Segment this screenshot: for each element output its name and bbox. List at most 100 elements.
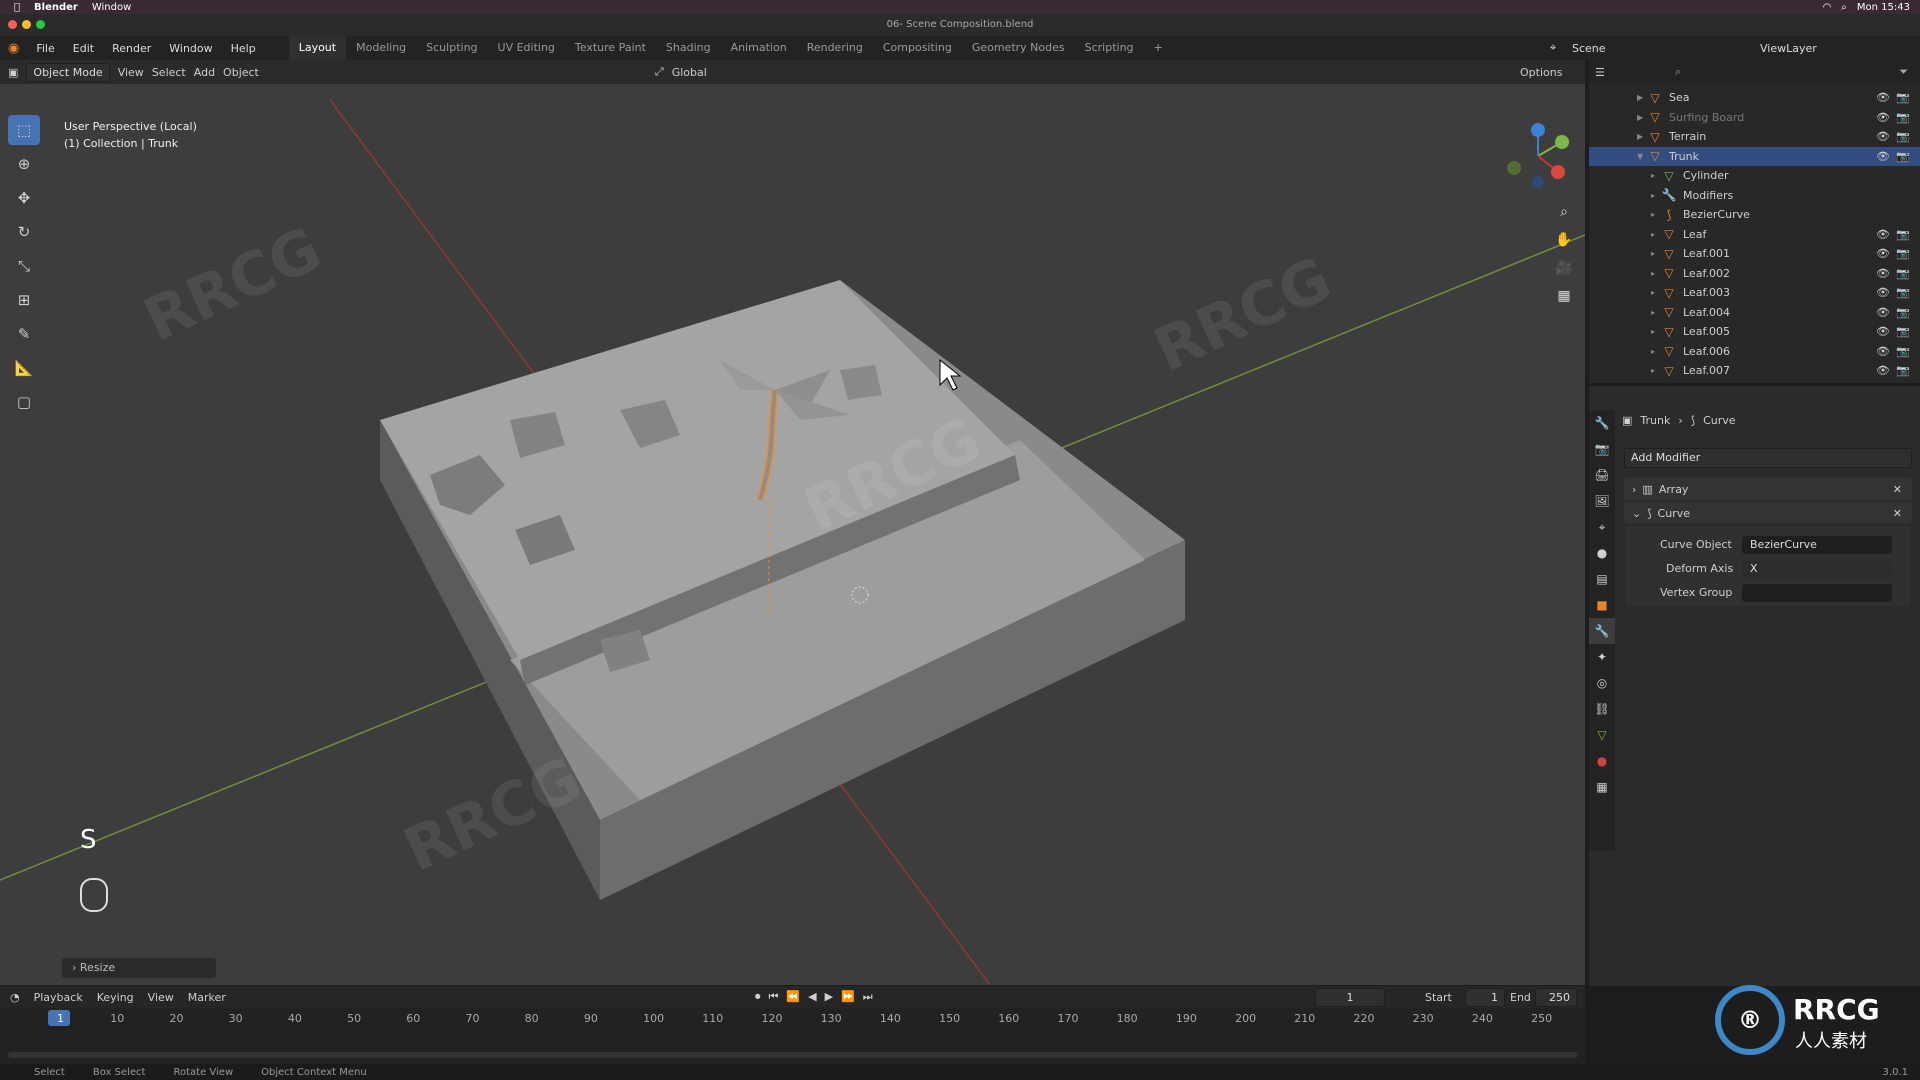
render-camera-icon[interactable]: 📷: [1896, 130, 1910, 143]
modifier-array-name[interactable]: Array: [1659, 483, 1689, 496]
texture-tab-icon[interactable]: ▦: [1589, 774, 1615, 800]
outliner-row-label[interactable]: Leaf.002: [1683, 267, 1730, 280]
apple-icon[interactable]: : [14, 2, 20, 13]
outliner-row[interactable]: ▸ ▽ Leaf 👁 📷: [1589, 225, 1920, 244]
visibility-eye-icon[interactable]: 👁: [1876, 345, 1890, 358]
render-camera-icon[interactable]: 📷: [1896, 111, 1910, 124]
view-layer-tab-icon[interactable]: 🖼: [1589, 488, 1615, 514]
expand-toggle-icon[interactable]: ▸: [1651, 191, 1661, 200]
outliner-row-label[interactable]: Leaf.005: [1683, 325, 1730, 338]
outliner-row[interactable]: ▸ ▽ Leaf.005 👁 📷: [1589, 322, 1920, 341]
scene-tab-icon[interactable]: ⌖: [1589, 514, 1615, 540]
select-menu[interactable]: Select: [152, 66, 186, 79]
menu-help[interactable]: Help: [222, 42, 265, 55]
properties-editor[interactable]: [1589, 386, 1920, 986]
tab-shading[interactable]: Shading: [656, 36, 721, 60]
tab-sculpting[interactable]: Sculpting: [416, 36, 487, 60]
render-camera-icon[interactable]: 📷: [1896, 325, 1910, 338]
outliner-row[interactable]: ▸ ⟆ BezierCurve: [1589, 205, 1920, 224]
viewlayer-name[interactable]: ViewLayer: [1760, 42, 1817, 55]
collection-tab-icon[interactable]: ▤: [1589, 566, 1615, 592]
expand-toggle-icon[interactable]: ▸: [1651, 269, 1661, 278]
filter-icon[interactable]: ⏷: [1899, 65, 1908, 79]
add-workspace-button[interactable]: +: [1144, 36, 1173, 60]
world-tab-icon[interactable]: ●: [1589, 540, 1615, 566]
outliner-row[interactable]: ▸ ▽ Leaf.003 👁 📷: [1589, 283, 1920, 302]
timeline[interactable]: 1 10 20 30 40 50 60 70 80 90 100 110 120 130 140 150 160…: [0, 1008, 1585, 1064]
material-tab-icon[interactable]: ●: [1589, 748, 1615, 774]
tab-uv-editing[interactable]: UV Editing: [488, 36, 565, 60]
scene-render[interactable]: [0, 60, 1585, 985]
close-icon[interactable]: ✕: [1893, 483, 1902, 496]
render-camera-icon[interactable]: 📷: [1896, 228, 1910, 241]
close-icon[interactable]: ✕: [1893, 507, 1902, 520]
outliner[interactable]: ☰ ⌕ ⏷ ▶ ▽ Sea 👁 📷 ▶ ▽ Surfing Board 👁 📷 ▶ ▽ Terrain 👁…: [1589, 60, 1920, 383]
outliner-row[interactable]: ▸ 🔧 Modifiers: [1589, 186, 1920, 205]
modifier-array-panel[interactable]: › ▥ Array ✕: [1624, 478, 1912, 500]
chevron-right-icon[interactable]: ›: [1632, 483, 1636, 496]
outliner-row-label[interactable]: Cylinder: [1683, 169, 1729, 182]
output-tab-icon[interactable]: 🖨: [1589, 462, 1615, 488]
tab-geometry-nodes[interactable]: Geometry Nodes: [962, 36, 1075, 60]
expand-toggle-icon[interactable]: ▸: [1651, 347, 1661, 356]
menu-edit[interactable]: Edit: [64, 42, 103, 55]
view-menu[interactable]: View: [148, 991, 174, 1004]
transform-tool-icon[interactable]: ⊞: [8, 285, 40, 315]
tab-scripting[interactable]: Scripting: [1075, 36, 1144, 60]
modifier-curve-name[interactable]: Curve: [1658, 507, 1690, 520]
tab-modeling[interactable]: Modeling: [346, 36, 416, 60]
ortho-grid-icon[interactable]: ▦: [1552, 284, 1576, 308]
annotate-tool-icon[interactable]: ✎: [8, 319, 40, 349]
outliner-row-label[interactable]: Leaf.004: [1683, 306, 1730, 319]
add-cube-tool-icon[interactable]: ▢: [8, 387, 40, 417]
visibility-eye-icon[interactable]: 👁: [1876, 325, 1890, 338]
outliner-row-label[interactable]: Leaf: [1683, 228, 1706, 241]
expand-toggle-icon[interactable]: ▸: [1651, 308, 1661, 317]
outliner-row-label[interactable]: Modifiers: [1683, 189, 1733, 202]
expand-toggle-icon[interactable]: ▼: [1637, 152, 1647, 161]
outliner-row[interactable]: ▶ ▽ Sea 👁 📷: [1589, 88, 1920, 107]
visibility-eye-icon[interactable]: 👁: [1876, 364, 1890, 377]
render-camera-icon[interactable]: 📷: [1896, 345, 1910, 358]
record-icon[interactable]: ⏺: [755, 990, 761, 1004]
chevron-down-icon[interactable]: ⌄: [1632, 507, 1641, 520]
wifi-icon[interactable]: ◠: [1823, 2, 1832, 13]
constraints-tab-icon[interactable]: ⛓: [1589, 696, 1615, 722]
app-menu[interactable]: Blender: [34, 2, 78, 13]
visibility-eye-icon[interactable]: 👁: [1876, 130, 1890, 143]
rotate-tool-icon[interactable]: ↻: [8, 217, 40, 247]
outliner-row[interactable]: ▸ ▽ Leaf.006 👁 📷: [1589, 342, 1920, 361]
blender-logo-icon[interactable]: ◉: [0, 41, 27, 56]
navigation-gizmo[interactable]: [1502, 120, 1574, 192]
visibility-eye-icon[interactable]: 👁: [1876, 111, 1890, 124]
render-camera-icon[interactable]: 📷: [1896, 267, 1910, 280]
tab-animation[interactable]: Animation: [721, 36, 797, 60]
play-reverse-icon[interactable]: ◀: [808, 990, 816, 1004]
timeline-editor-icon[interactable]: ◔: [10, 991, 20, 1004]
outliner-row-label[interactable]: Sea: [1669, 91, 1690, 104]
visibility-eye-icon[interactable]: 👁: [1876, 267, 1890, 280]
outliner-row[interactable]: ▼ ▽ Trunk 👁 📷: [1589, 146, 1920, 166]
tab-compositing[interactable]: Compositing: [873, 36, 962, 60]
menu-render[interactable]: Render: [103, 42, 160, 55]
render-tab-icon[interactable]: 📷: [1589, 436, 1615, 462]
outliner-search-icon[interactable]: ⌕: [1675, 65, 1681, 79]
render-camera-icon[interactable]: 📷: [1896, 91, 1910, 104]
physics-tab-icon[interactable]: ◎: [1589, 670, 1615, 696]
visibility-eye-icon[interactable]: 👁: [1876, 228, 1890, 241]
visibility-eye-icon[interactable]: 👁: [1876, 91, 1890, 104]
current-frame-field[interactable]: 1: [1315, 987, 1385, 1007]
playback-menu[interactable]: Playback: [34, 991, 83, 1004]
3d-viewport[interactable]: RRCG RRCG RRCG RRCG: [0, 60, 1585, 985]
render-camera-icon[interactable]: 📷: [1896, 247, 1910, 260]
next-keyframe-icon[interactable]: ⏩: [841, 990, 855, 1004]
prev-keyframe-icon[interactable]: ⏪: [786, 990, 800, 1004]
play-icon[interactable]: ▶: [825, 990, 833, 1004]
minimize-window-button[interactable]: [22, 20, 31, 29]
tab-texture-paint[interactable]: Texture Paint: [565, 36, 656, 60]
options-dropdown[interactable]: Options: [1520, 66, 1562, 79]
add-modifier-dropdown[interactable]: Add Modifier: [1624, 448, 1912, 468]
editor-type-icon[interactable]: ▣: [8, 66, 18, 79]
zoom-window-button[interactable]: [36, 20, 45, 29]
outliner-row[interactable]: ▸ ▽ Leaf.004 👁 📷: [1589, 303, 1920, 322]
